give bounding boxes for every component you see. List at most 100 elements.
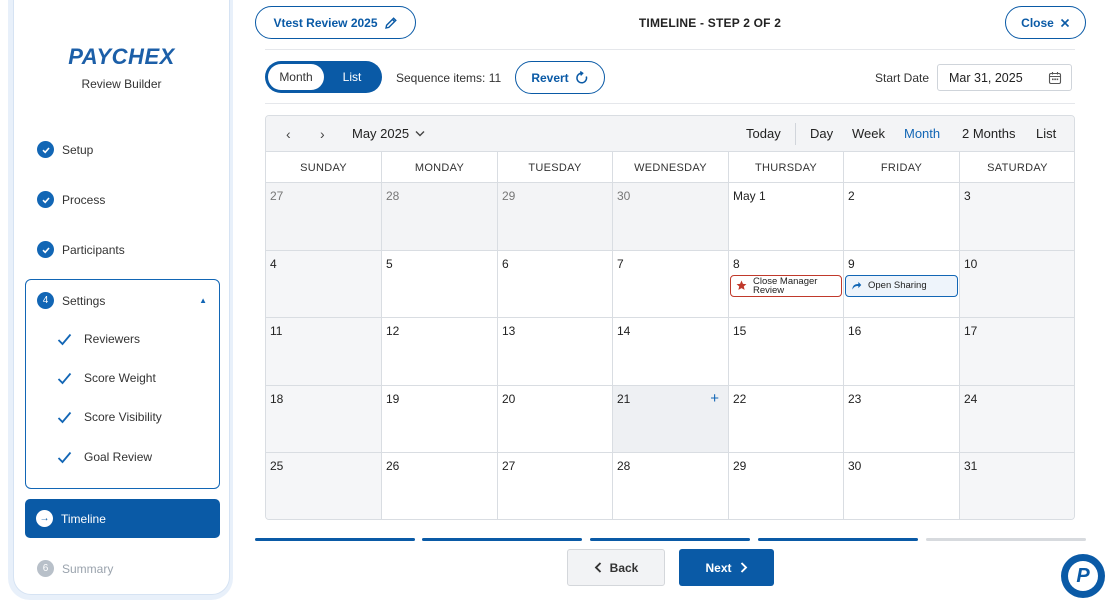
day-cell[interactable]: 14	[613, 318, 729, 386]
day-cell[interactable]: 6	[498, 250, 613, 319]
prev-month-icon[interactable]: ‹	[286, 126, 291, 142]
day-number: 10	[964, 256, 978, 271]
day-number: 16	[848, 324, 862, 339]
sub-step-reviewers[interactable]: Reviewers	[57, 332, 140, 346]
view-today[interactable]: Today	[746, 126, 781, 141]
day-cell[interactable]: 31	[960, 453, 1074, 519]
next-month-icon[interactable]: ›	[320, 126, 325, 142]
calendar-toolbar: ‹ › May 2025 Today Day Week Month 2 Mont…	[266, 116, 1074, 152]
start-date-input[interactable]: Mar 31, 2025	[937, 64, 1072, 91]
day-number: 11	[270, 324, 283, 339]
day-number: 27	[270, 189, 284, 203]
month-picker[interactable]: May 2025	[352, 126, 425, 141]
calendar-event[interactable]: Close Manager Review	[730, 274, 842, 297]
brand: PAYCHEX Review Builder	[14, 44, 229, 91]
view-2-months[interactable]: 2 Months	[962, 126, 1015, 141]
day-cell[interactable]: 30	[613, 183, 729, 251]
step-process[interactable]: Process	[37, 191, 105, 208]
day-cell[interactable]: 16	[844, 318, 960, 386]
view-list[interactable]: List	[1036, 126, 1056, 141]
day-number: 27	[502, 459, 516, 474]
step-setup[interactable]: Setup	[37, 141, 93, 158]
arrow-right-circle-icon: →	[36, 510, 53, 527]
view-week[interactable]: Week	[852, 126, 885, 141]
day-cell[interactable]: 23	[844, 385, 960, 454]
day-cell[interactable]: 27	[498, 453, 613, 519]
sub-step-score-visibility[interactable]: Score Visibility	[57, 410, 162, 424]
day-cell[interactable]: 10	[960, 250, 1074, 319]
day-cell[interactable]: 28	[613, 453, 729, 519]
day-cell[interactable]: 24	[960, 385, 1074, 454]
day-number: 8	[733, 256, 740, 271]
sub-step-score-weight[interactable]: Score Weight	[57, 371, 156, 385]
step-label: Timeline	[61, 511, 106, 526]
close-label: Close	[1021, 15, 1054, 30]
day-cell[interactable]: 26	[382, 453, 498, 519]
weekday-sunday: SUNDAY	[266, 152, 382, 183]
back-button[interactable]: Back	[567, 549, 665, 586]
add-event-icon[interactable]: +	[710, 390, 719, 407]
day-cell[interactable]: 30	[844, 453, 960, 519]
view-month[interactable]: Month	[904, 126, 940, 141]
day-cell[interactable]: 27	[266, 183, 382, 251]
day-cell[interactable]: 17	[960, 318, 1074, 386]
day-cell[interactable]: 18	[266, 385, 382, 454]
step-label: Process	[62, 192, 106, 207]
day-cell[interactable]: 21 +	[613, 385, 729, 454]
revert-button[interactable]: Revert	[515, 61, 605, 94]
day-cell[interactable]: 12	[382, 318, 498, 386]
day-cell[interactable]: 25	[266, 453, 382, 519]
check-icon	[57, 411, 72, 423]
chevron-down-icon	[415, 131, 425, 137]
day-cell[interactable]: 29	[498, 183, 613, 251]
view-day[interactable]: Day	[810, 126, 833, 141]
next-button[interactable]: Next	[679, 549, 774, 586]
day-cell[interactable]: 3	[960, 183, 1074, 251]
calendar: ‹ › May 2025 Today Day Week Month 2 Mont…	[265, 115, 1075, 520]
day-cell[interactable]: 4	[266, 250, 382, 319]
calendar-icon[interactable]	[1048, 71, 1062, 85]
caret-up-icon[interactable]: ▲	[199, 296, 207, 305]
day-cell[interactable]: 20	[498, 385, 613, 454]
weekday-monday: MONDAY	[382, 152, 498, 183]
toggle-list[interactable]: List	[327, 64, 377, 90]
close-button[interactable]: Close	[1005, 6, 1086, 39]
step-label: Participants	[62, 242, 125, 257]
review-name-button[interactable]: Vtest Review 2025	[255, 6, 416, 39]
day-number: 2	[848, 189, 855, 203]
start-date-value: Mar 31, 2025	[949, 70, 1023, 85]
day-cell[interactable]: 19	[382, 385, 498, 454]
sub-step-label: Goal Review	[84, 450, 153, 464]
day-cell[interactable]: 13	[498, 318, 613, 386]
progress-segment	[758, 538, 918, 541]
day-cell[interactable]: 11	[266, 318, 382, 386]
day-cell[interactable]: 5	[382, 250, 498, 319]
calendar-event[interactable]: Open Sharing	[845, 274, 958, 297]
day-cell[interactable]: May 1	[729, 183, 844, 251]
review-name-label: Vtest Review 2025	[273, 15, 378, 30]
step-settings[interactable]: 4 Settings ▲	[37, 292, 207, 309]
day-number: 15	[733, 324, 747, 339]
brand-subtitle: Review Builder	[81, 77, 162, 91]
event-label: Close Manager Review	[753, 276, 817, 295]
day-cell[interactable]: 15	[729, 318, 844, 386]
day-number: 6	[502, 256, 509, 271]
day-cell[interactable]: 28	[382, 183, 498, 251]
start-date-label: Start Date	[875, 71, 930, 85]
progress-segment	[255, 538, 415, 541]
day-cell[interactable]: 7	[613, 250, 729, 319]
day-cell[interactable]: 29	[729, 453, 844, 519]
next-label: Next	[705, 560, 732, 575]
step-summary[interactable]: 6 Summary	[37, 560, 113, 577]
day-number: 18	[270, 391, 284, 406]
day-cell[interactable]: 2	[844, 183, 960, 251]
day-number: 17	[964, 324, 978, 339]
day-number: 28	[617, 459, 631, 474]
toggle-month[interactable]: Month	[268, 64, 324, 90]
paychex-assistant-button[interactable]: P	[1061, 554, 1105, 598]
assistant-logo: P	[1068, 561, 1098, 591]
step-timeline[interactable]: → Timeline	[25, 499, 220, 538]
sub-step-goal-review[interactable]: Goal Review	[57, 450, 152, 464]
step-participants[interactable]: Participants	[37, 241, 125, 258]
day-cell[interactable]: 22	[729, 385, 844, 454]
